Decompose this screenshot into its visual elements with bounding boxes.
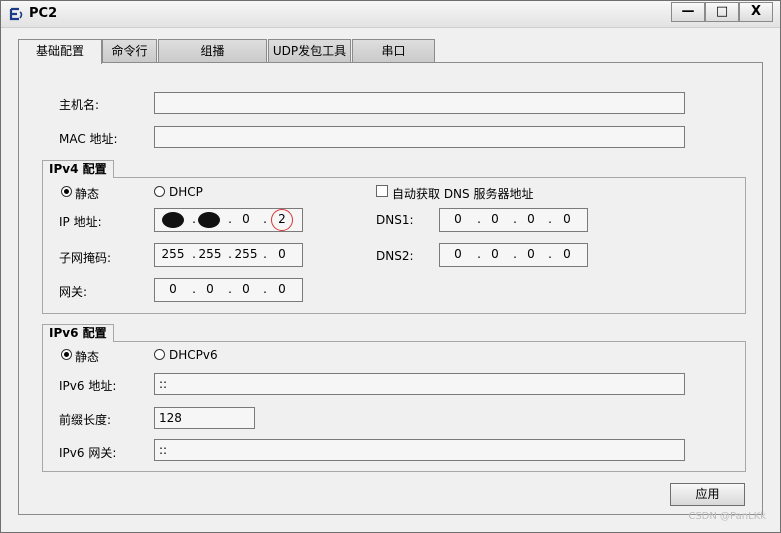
apply-button[interactable]: 应用 bbox=[670, 483, 745, 506]
prefix-length-input[interactable]: 128 bbox=[154, 407, 255, 429]
ip-address-label: IP 地址: bbox=[59, 215, 102, 229]
dns2-octet-4: 0 bbox=[563, 247, 571, 261]
gw-dot: . bbox=[228, 282, 232, 296]
hostname-label: 主机名: bbox=[59, 98, 100, 112]
dns1-octet-3: 0 bbox=[527, 212, 535, 226]
dns1-octet-4: 0 bbox=[563, 212, 571, 226]
gw-octet-1: 0 bbox=[169, 282, 177, 296]
ip-dot: . bbox=[263, 212, 267, 226]
gateway-label: 网关: bbox=[59, 285, 88, 299]
dns1-dot: . bbox=[548, 212, 552, 226]
redaction-mark bbox=[162, 212, 184, 228]
ip-address-input[interactable]: . . 0 . 2 bbox=[154, 208, 303, 232]
dns2-dot: . bbox=[548, 247, 552, 261]
dns2-octet-1: 0 bbox=[454, 247, 462, 261]
mac-address-input[interactable] bbox=[154, 126, 685, 148]
dns2-dot: . bbox=[513, 247, 517, 261]
ipv6-static-radio[interactable] bbox=[61, 349, 72, 360]
ipv6-dhcp-radio[interactable] bbox=[154, 349, 165, 360]
dns1-octet-1: 0 bbox=[454, 212, 462, 226]
redaction-mark bbox=[198, 212, 220, 228]
red-circle-annotation bbox=[271, 209, 293, 231]
ipv4-static-radio[interactable] bbox=[61, 186, 72, 197]
dns1-label: DNS1: bbox=[376, 213, 414, 227]
window-title: PC2 bbox=[29, 6, 58, 21]
tab-multicast[interactable]: 组播 bbox=[158, 39, 267, 63]
gw-dot: . bbox=[263, 282, 267, 296]
gw-octet-4: 0 bbox=[278, 282, 286, 296]
prefix-length-label: 前缀长度: bbox=[59, 413, 112, 427]
dns2-dot: . bbox=[477, 247, 481, 261]
ipv6-static-label: 静态 bbox=[75, 350, 100, 364]
title-bar: PC2 — □ X bbox=[1, 1, 780, 28]
dns1-input[interactable]: 0 . 0 . 0 . 0 bbox=[439, 208, 588, 232]
mac-label: MAC 地址: bbox=[59, 132, 118, 146]
mask-dot: . bbox=[228, 247, 232, 261]
tab-basic-config[interactable]: 基础配置 bbox=[18, 39, 102, 64]
tab-serial[interactable]: 串口 bbox=[352, 39, 435, 63]
gw-octet-3: 0 bbox=[242, 282, 250, 296]
mask-octet-1: 255 bbox=[161, 247, 185, 261]
ipv4-static-label: 静态 bbox=[75, 187, 100, 201]
dns1-dot: . bbox=[513, 212, 517, 226]
ip-dot: . bbox=[192, 212, 196, 226]
gw-octet-2: 0 bbox=[206, 282, 214, 296]
ipv6-gateway-input[interactable]: :: bbox=[154, 439, 685, 461]
gw-dot: . bbox=[192, 282, 196, 296]
ipv6-address-input[interactable]: :: bbox=[154, 373, 685, 395]
ipv4-dhcp-radio[interactable] bbox=[154, 186, 165, 197]
close-button[interactable]: X bbox=[739, 2, 773, 22]
ipv4-dhcp-label: DHCP bbox=[169, 185, 203, 199]
subnet-mask-input[interactable]: 255 . 255 . 255 . 0 bbox=[154, 243, 303, 267]
ipv6-gateway-label: IPv6 网关: bbox=[59, 446, 117, 460]
tab-udp-tool[interactable]: UDP发包工具 bbox=[268, 39, 351, 63]
maximize-button[interactable]: □ bbox=[705, 2, 739, 22]
pc2-window: PC2 — □ X 基础配置 命令行 组播 UDP发包工具 串口 主机名: MA… bbox=[0, 0, 781, 533]
dns2-input[interactable]: 0 . 0 . 0 . 0 bbox=[439, 243, 588, 267]
mask-octet-4: 0 bbox=[278, 247, 286, 261]
ipv4-group-title: IPv4 配置 bbox=[42, 160, 114, 178]
minimize-button[interactable]: — bbox=[671, 2, 705, 22]
dns2-label: DNS2: bbox=[376, 249, 414, 263]
auto-dns-label: 自动获取 DNS 服务器地址 bbox=[392, 187, 534, 201]
ipv6-dhcp-label: DHCPv6 bbox=[169, 348, 218, 362]
ip-dot: . bbox=[228, 212, 232, 226]
mask-dot: . bbox=[263, 247, 267, 261]
dns2-octet-3: 0 bbox=[527, 247, 535, 261]
tab-command-line[interactable]: 命令行 bbox=[102, 39, 157, 63]
auto-dns-checkbox[interactable] bbox=[376, 185, 388, 197]
ipv6-group-title: IPv6 配置 bbox=[42, 324, 114, 342]
dns2-octet-2: 0 bbox=[491, 247, 499, 261]
ipv6-address-label: IPv6 地址: bbox=[59, 379, 117, 393]
dns1-dot: . bbox=[477, 212, 481, 226]
hostname-input[interactable] bbox=[154, 92, 685, 114]
subnet-mask-label: 子网掩码: bbox=[59, 251, 112, 265]
mask-dot: . bbox=[192, 247, 196, 261]
ip-octet-3: 0 bbox=[242, 212, 250, 226]
mask-octet-3: 255 bbox=[234, 247, 258, 261]
dns1-octet-2: 0 bbox=[491, 212, 499, 226]
mask-octet-2: 255 bbox=[198, 247, 222, 261]
app-icon bbox=[9, 7, 23, 21]
gateway-input[interactable]: 0 . 0 . 0 . 0 bbox=[154, 278, 303, 302]
watermark: CSDN @PanLKk bbox=[688, 511, 766, 522]
